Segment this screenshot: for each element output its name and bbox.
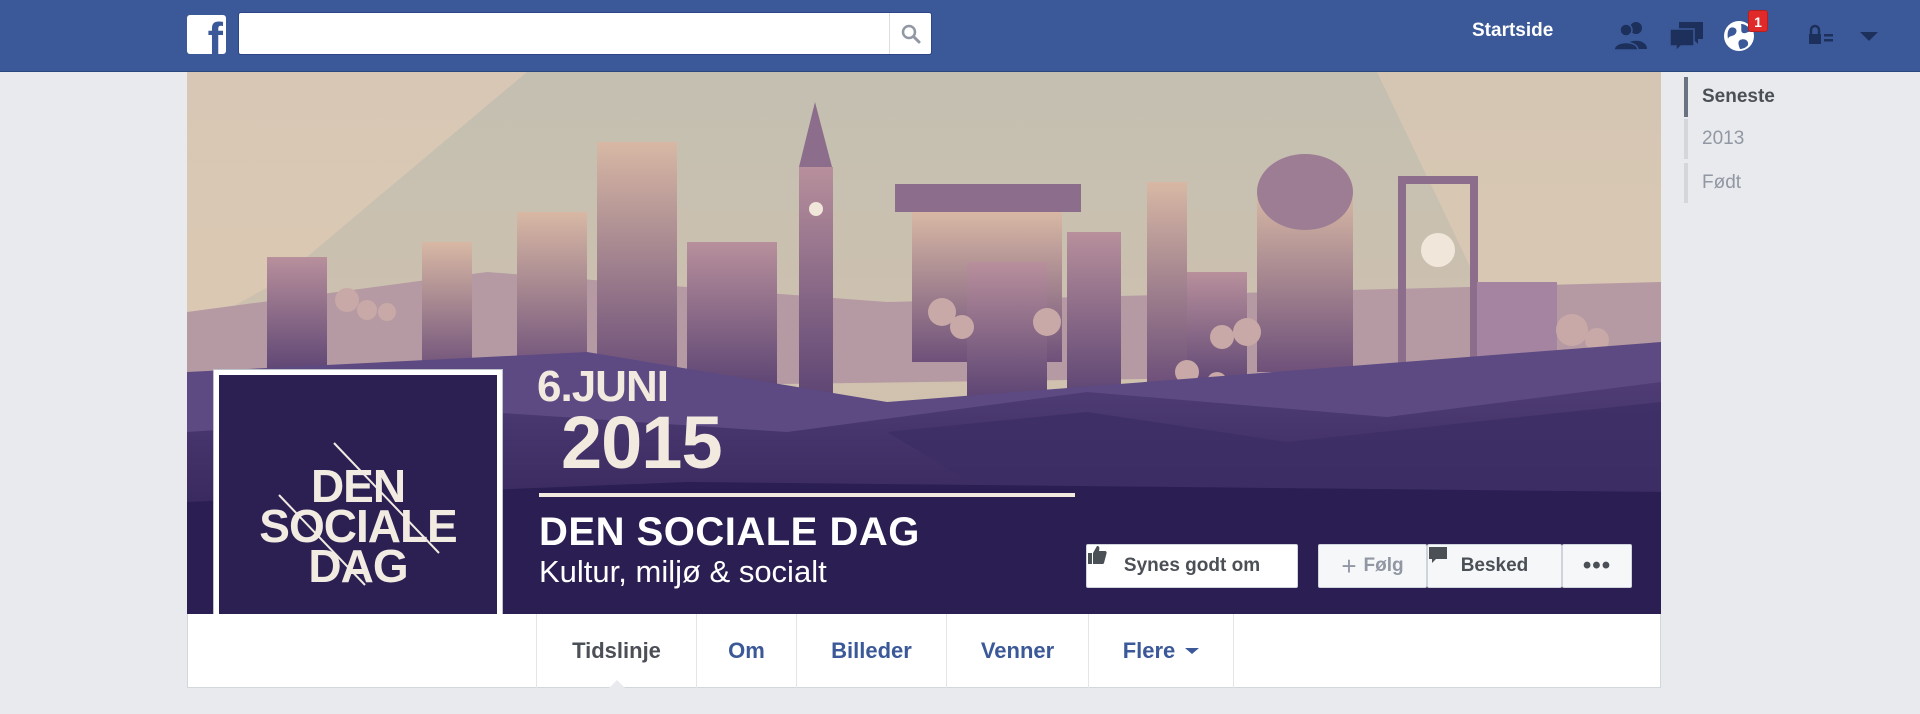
notification-count-badge: 1 (1748, 10, 1768, 32)
page-title[interactable]: DEN SOCIALE DAG (539, 510, 920, 555)
tab-timeline-label: Tidslinje (572, 638, 661, 663)
message-button[interactable]: Besked (1427, 544, 1562, 588)
message-bubble-icon (1429, 547, 1447, 563)
messages-icon[interactable] (1666, 17, 1708, 55)
account-menu-chevron-icon[interactable] (1848, 17, 1890, 55)
search-box (238, 12, 932, 55)
like-button-label: Synes godt om (1123, 555, 1261, 576)
search-icon (901, 24, 920, 43)
timeline-nav-2013[interactable]: 2013 (1684, 119, 1784, 159)
logo-word-3: DAG (308, 540, 408, 592)
message-button-label: Besked (1460, 555, 1529, 576)
tab-photos[interactable]: Billeder (796, 614, 946, 688)
tab-friends-label: Venner (980, 638, 1055, 663)
tab-timeline[interactable]: Tidslinje (536, 614, 696, 689)
top-navigation-bar: f Startside 1 (0, 0, 1920, 72)
plus-icon: + (1341, 551, 1357, 581)
tab-more-label: Flere (1122, 638, 1176, 663)
privacy-lock-icon[interactable] (1800, 17, 1842, 55)
tab-friends[interactable]: Venner (946, 614, 1088, 688)
facebook-logo-icon[interactable]: f (187, 15, 226, 54)
page-tab-bar: Tidslinje Om Billeder Venner Flere (187, 614, 1661, 689)
chevron-down-icon (1185, 648, 1200, 654)
cover-divider (539, 493, 1075, 497)
friend-requests-icon[interactable] (1610, 17, 1652, 55)
profile-logo: DEN SOCIALE DAG (219, 375, 497, 652)
follow-button[interactable]: + Følg (1318, 544, 1427, 588)
thumbs-up-icon (1088, 546, 1107, 564)
event-date-year: 2015 (561, 401, 723, 484)
tab-about-label: Om (728, 638, 765, 663)
home-link[interactable]: Startside (1472, 20, 1553, 42)
follow-button-label: Følg (1363, 555, 1404, 576)
timeline-nav-born[interactable]: Født (1684, 163, 1784, 203)
search-input[interactable] (239, 13, 889, 54)
like-button[interactable]: Synes godt om (1086, 544, 1298, 588)
active-tab-indicator (607, 680, 626, 689)
tab-more[interactable]: Flere (1088, 614, 1234, 688)
page-subtitle: Kultur, miljø & socialt (539, 554, 827, 589)
tab-photos-label: Billeder (831, 638, 912, 663)
timeline-nav-recent[interactable]: Seneste (1684, 77, 1784, 117)
tab-about[interactable]: Om (696, 614, 796, 688)
more-options-button[interactable]: ••• (1562, 544, 1632, 588)
search-button[interactable] (889, 13, 931, 54)
